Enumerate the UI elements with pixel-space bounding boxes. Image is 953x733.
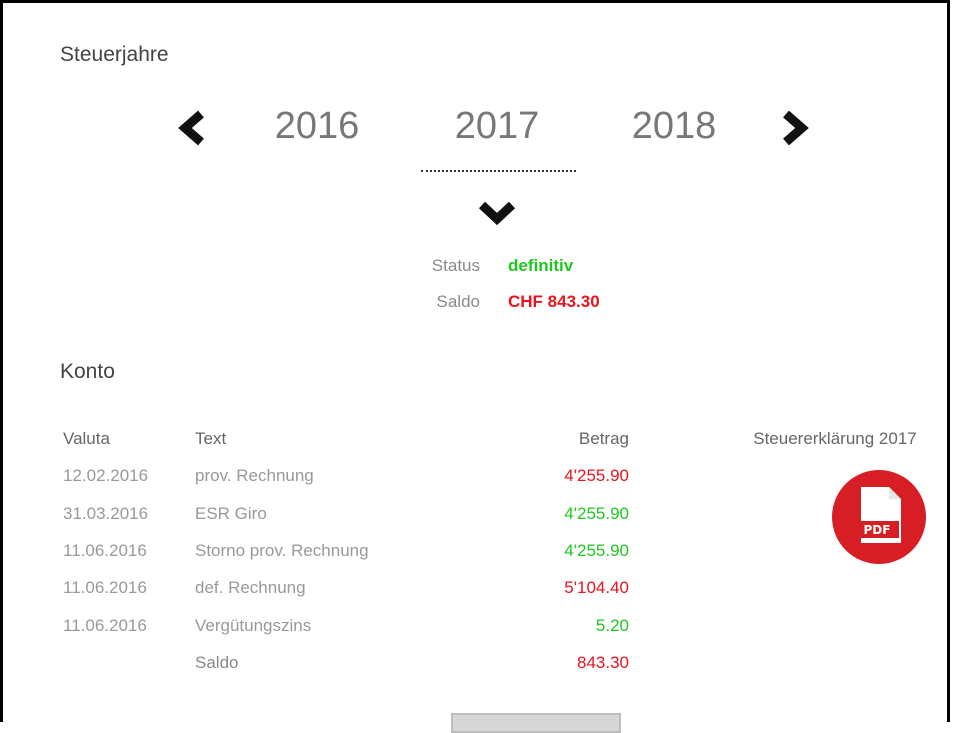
table-row-amount: 5'104.40 <box>564 578 629 597</box>
action-button[interactable] <box>451 713 621 733</box>
table-row-text: prov. Rechnung <box>195 466 314 485</box>
next-year-button[interactable] <box>778 109 812 147</box>
chevron-right-icon <box>783 110 809 146</box>
table-saldo-amount: 843.30 <box>577 653 629 672</box>
year-2018[interactable]: 2018 <box>604 105 744 148</box>
table-row-text: def. Rechnung <box>195 578 306 597</box>
selected-year-indicator <box>421 170 576 172</box>
tax-return-title: Steuererklärung 2017 <box>753 429 917 448</box>
year-2016[interactable]: 2016 <box>247 105 387 148</box>
expand-details-button[interactable] <box>477 197 517 227</box>
pdf-label: PDF <box>864 523 891 537</box>
account-title: Konto <box>60 360 115 383</box>
download-pdf-button[interactable]: PDF <box>831 469 927 570</box>
year-2017-selected[interactable]: 2017 <box>427 105 567 148</box>
saldo-label: Saldo <box>436 292 480 311</box>
table-row-text: Storno prov. Rechnung <box>195 541 369 560</box>
saldo-value: CHF 843.30 <box>508 292 600 311</box>
chevron-down-icon <box>478 201 516 226</box>
table-row-amount: 5.20 <box>595 616 629 635</box>
table-row-date: 11.06.2016 <box>63 616 147 635</box>
table-row-date: 11.06.2016 <box>63 578 147 597</box>
tax-years-title: Steuerjahre <box>60 43 169 66</box>
table-saldo-label: Saldo <box>195 653 239 672</box>
chevron-left-icon <box>178 110 204 146</box>
table-row-amount: 4'255.90 <box>564 541 629 560</box>
table-row-amount: 4'255.90 <box>564 466 629 485</box>
table-row-date: 31.03.2016 <box>63 504 149 523</box>
column-header-betrag: Betrag <box>578 429 629 448</box>
table-row-date: 11.06.2016 <box>63 541 147 560</box>
main-panel: Steuerjahre 2016 2017 2018 Status defini… <box>0 0 950 733</box>
table-row-text: Vergütungszins <box>195 616 312 635</box>
table-row-text: ESR Giro <box>195 504 267 523</box>
column-header-valuta: Valuta <box>63 429 110 448</box>
status-value: definitiv <box>508 256 574 275</box>
table-row-amount: 4'255.90 <box>564 504 629 523</box>
status-label: Status <box>431 256 480 275</box>
pdf-file-icon: PDF <box>832 470 926 564</box>
column-header-text: Text <box>195 429 227 448</box>
table-row-date: 12.02.2016 <box>63 466 149 485</box>
prev-year-button[interactable] <box>175 109 209 147</box>
